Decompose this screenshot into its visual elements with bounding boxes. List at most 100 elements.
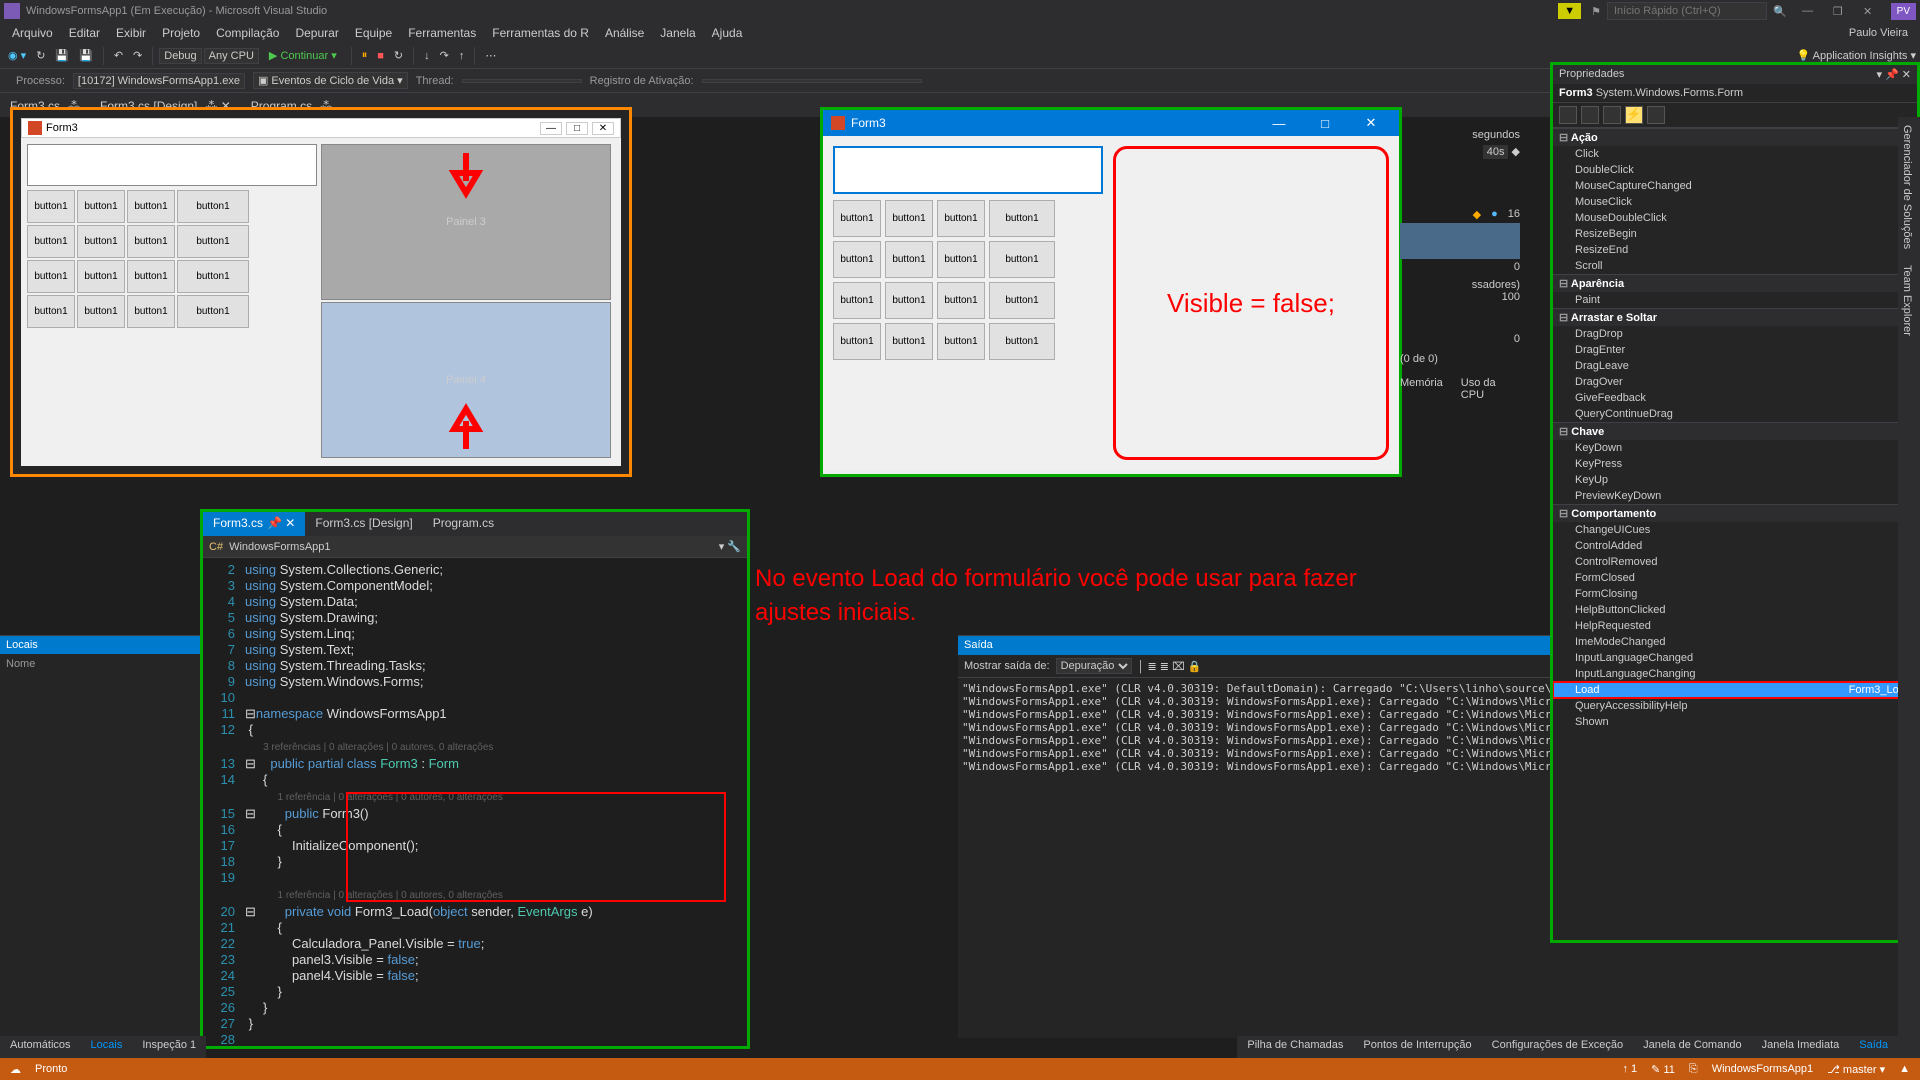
props-events-icon[interactable]: ⚡: [1625, 106, 1643, 124]
runtime-button[interactable]: button1: [885, 323, 933, 360]
runtime-button[interactable]: button1: [833, 241, 881, 278]
search-icon[interactable]: 🔍: [1773, 5, 1787, 18]
stackframe-dropdown[interactable]: [702, 79, 922, 83]
save-icon[interactable]: 💾: [51, 47, 73, 64]
tab-inspecao1[interactable]: Inspeção 1: [132, 1036, 206, 1058]
event-paint[interactable]: Paint: [1553, 292, 1917, 308]
runtime-textbox[interactable]: [833, 146, 1103, 194]
nav-back-icon[interactable]: ◉ ▾: [4, 47, 30, 64]
menu-janela[interactable]: Janela: [652, 23, 703, 43]
event-dragenter[interactable]: DragEnter: [1553, 342, 1917, 358]
event-querycontinuedrag[interactable]: QueryContinueDrag: [1553, 406, 1917, 422]
runtime-button[interactable]: button1: [937, 200, 985, 237]
menu-exibir[interactable]: Exibir: [108, 23, 154, 43]
event-load[interactable]: LoadForm3_Load: [1553, 682, 1917, 698]
designer-button[interactable]: button1: [77, 295, 125, 328]
minimize-button[interactable]: —: [1793, 5, 1823, 17]
props-alpha-icon[interactable]: [1581, 106, 1599, 124]
runtime-max-button[interactable]: □: [1305, 116, 1345, 131]
tab-automaticos[interactable]: Automáticos: [0, 1036, 81, 1058]
thread-dropdown[interactable]: [462, 79, 582, 83]
tab-imediata[interactable]: Janela Imediata: [1752, 1036, 1850, 1058]
step-into-icon[interactable]: ↓: [420, 48, 434, 64]
designer-button[interactable]: button1: [77, 225, 125, 258]
runtime-button[interactable]: button1: [885, 282, 933, 319]
signed-in-user[interactable]: Paulo Vieira: [1841, 24, 1916, 42]
code-tab-program-cs[interactable]: Program.cs: [423, 512, 504, 536]
designer-button[interactable]: button1: [177, 190, 249, 223]
runtime-button[interactable]: button1: [833, 200, 881, 237]
restart-icon[interactable]: ↻: [390, 47, 407, 64]
event-formclosed[interactable]: FormClosed: [1553, 570, 1917, 586]
designer-button[interactable]: button1: [27, 260, 75, 293]
menu-editar[interactable]: Editar: [61, 23, 108, 43]
status-app[interactable]: WindowsFormsApp1: [1712, 1063, 1813, 1075]
redo-icon[interactable]: ↷: [129, 47, 146, 64]
event-controladded[interactable]: ControlAdded: [1553, 538, 1917, 554]
lifecycle-dropdown[interactable]: ▣ Eventos de Ciclo de Vida ▾: [253, 72, 408, 89]
user-avatar[interactable]: PV: [1891, 3, 1916, 20]
event-scroll[interactable]: Scroll: [1553, 258, 1917, 274]
tab-pontos[interactable]: Pontos de Interrupção: [1353, 1036, 1481, 1058]
properties-list[interactable]: AçãoClickDoubleClickMouseCaptureChangedM…: [1553, 128, 1917, 940]
notification-filter-icon[interactable]: ▼: [1558, 3, 1581, 19]
designer-button[interactable]: button1: [127, 260, 175, 293]
menu-ajuda[interactable]: Ajuda: [704, 23, 751, 43]
event-mouseclick[interactable]: MouseClick: [1553, 194, 1917, 210]
runtime-button[interactable]: button1: [937, 282, 985, 319]
menu-ferramentas-r[interactable]: Ferramentas do R: [484, 23, 597, 43]
runtime-button[interactable]: button1: [989, 323, 1055, 360]
locals-panel[interactable]: Locais Nome: [0, 635, 200, 1036]
designer-panel3[interactable]: Painel 3: [321, 144, 611, 300]
event-shown[interactable]: Shown: [1553, 714, 1917, 730]
status-publish-icon[interactable]: ▲: [1899, 1063, 1910, 1075]
status-branch[interactable]: ⎇ master ▾: [1827, 1063, 1885, 1076]
event-keyup[interactable]: KeyUp: [1553, 472, 1917, 488]
props-pages-icon[interactable]: [1647, 106, 1665, 124]
designer-button[interactable]: button1: [127, 225, 175, 258]
form3-designer[interactable]: Form3 — □ ✕ button1 button1 button1 butt…: [21, 118, 621, 466]
designer-button[interactable]: button1: [177, 225, 249, 258]
runtime-button[interactable]: button1: [989, 282, 1055, 319]
runtime-button[interactable]: button1: [833, 323, 881, 360]
tab-team-explorer[interactable]: Team Explorer: [1898, 257, 1916, 344]
code-tab-form3-cs[interactable]: Form3.cs📌 ✕: [203, 512, 305, 536]
maximize-button[interactable]: ❐: [1823, 5, 1853, 18]
tab-solution-explorer[interactable]: Gerenciador de Soluções: [1898, 117, 1916, 257]
designer-textbox[interactable]: [27, 144, 317, 186]
pause-icon[interactable]: ⏸: [358, 47, 372, 64]
menu-compilacao[interactable]: Compilação: [208, 23, 287, 43]
continue-button[interactable]: ▶ Continuar ▾: [261, 47, 345, 64]
runtime-button[interactable]: button1: [833, 282, 881, 319]
process-dropdown[interactable]: [10172] WindowsFormsApp1.exe: [73, 73, 245, 89]
flag-icon[interactable]: ⚑: [1591, 5, 1601, 18]
event-keydown[interactable]: KeyDown: [1553, 440, 1917, 456]
designer-panel4[interactable]: Painel 4: [321, 302, 611, 458]
status-cloud-icon[interactable]: ☁: [10, 1063, 21, 1076]
namespace-dropdown[interactable]: WindowsFormsApp1: [229, 541, 330, 553]
output-toolbar-icons[interactable]: │ ≣ ≣ ⌧ 🔒: [1138, 660, 1202, 673]
output-source-dropdown[interactable]: Depuração: [1056, 658, 1132, 674]
status-source-control-icon[interactable]: ⎘: [1689, 1063, 1698, 1076]
stop-icon[interactable]: ■: [373, 48, 388, 64]
menu-projeto[interactable]: Projeto: [154, 23, 208, 43]
props-categorized-icon[interactable]: [1559, 106, 1577, 124]
tab-pilha[interactable]: Pilha de Chamadas: [1237, 1036, 1353, 1058]
menu-analise[interactable]: Análise: [597, 23, 652, 43]
platform-dropdown[interactable]: Any CPU: [204, 48, 259, 64]
event-imemodechanged[interactable]: ImeModeChanged: [1553, 634, 1917, 650]
step-out-icon[interactable]: ↑: [455, 48, 469, 64]
nav-forward-icon[interactable]: ↻: [32, 47, 49, 64]
designer-button[interactable]: button1: [177, 260, 249, 293]
designer-button[interactable]: button1: [127, 190, 175, 223]
event-formclosing[interactable]: FormClosing: [1553, 586, 1917, 602]
code-tab-form3-design[interactable]: Form3.cs [Design]: [305, 512, 422, 536]
menu-equipe[interactable]: Equipe: [347, 23, 400, 43]
event-changeuicues[interactable]: ChangeUICues: [1553, 522, 1917, 538]
save-all-icon[interactable]: 💾: [75, 47, 97, 64]
event-dragover[interactable]: DragOver: [1553, 374, 1917, 390]
event-click[interactable]: Click: [1553, 146, 1917, 162]
runtime-min-button[interactable]: —: [1259, 116, 1299, 131]
designer-button[interactable]: button1: [27, 295, 75, 328]
designer-button[interactable]: button1: [27, 190, 75, 223]
